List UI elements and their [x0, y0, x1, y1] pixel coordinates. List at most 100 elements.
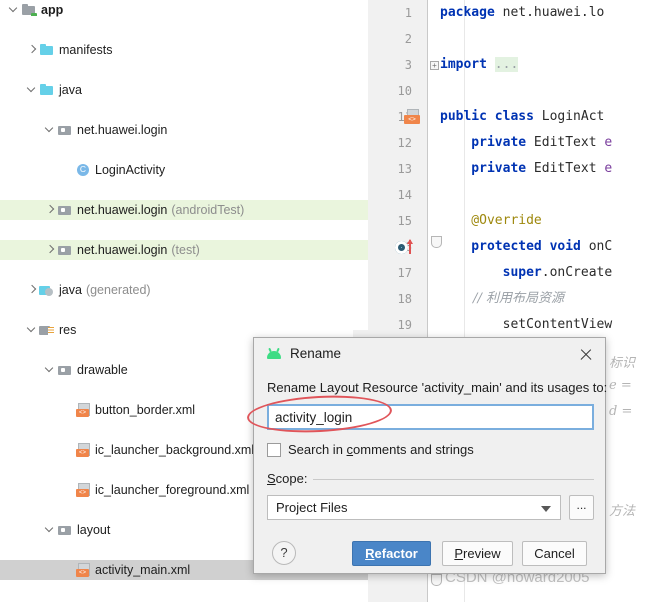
rename-input[interactable] — [267, 404, 594, 430]
tree-item-app[interactable]: app — [0, 0, 368, 20]
tree-item-suffix: (test) — [171, 243, 200, 257]
tree-item-net-huawei-login[interactable]: net.huawei.login (test) — [0, 240, 368, 260]
chevron-down-icon[interactable] — [8, 0, 21, 20]
code-token: LoginAct — [541, 109, 605, 124]
code-token: setContentView — [440, 317, 613, 332]
folder-cyan-icon — [39, 82, 55, 98]
tree-item-java[interactable]: java — [0, 80, 368, 100]
line-number: 13 — [397, 162, 412, 176]
code-token: public class — [440, 109, 542, 124]
tree-item-label: layout — [77, 523, 111, 537]
chevron-down-icon[interactable] — [26, 320, 39, 340]
fold-collapse-icon-bottom[interactable] — [431, 574, 442, 586]
scope-select[interactable]: Project Files — [267, 495, 561, 520]
override-method-marker-icon[interactable] — [395, 239, 415, 256]
rename-dialog[interactable]: Rename Rename Layout Resource 'activity_… — [253, 337, 607, 574]
chevron-down-icon[interactable] — [44, 520, 57, 540]
package-icon — [57, 522, 73, 538]
code-line[interactable]: public class LoginAct — [440, 104, 604, 130]
code-token: // 利用布局资源 — [440, 291, 564, 306]
chevron-right-icon[interactable] — [26, 280, 39, 300]
chevron-right-icon[interactable] — [44, 200, 57, 220]
code-fragment: 标识 — [609, 356, 636, 371]
tree-item-label: java — [59, 83, 82, 97]
cancel-button[interactable]: Cancel — [522, 541, 587, 566]
code-token: private — [440, 161, 534, 176]
preview-button[interactable]: Preview — [442, 541, 513, 566]
chevron-down-icon[interactable] — [26, 80, 39, 100]
package-icon — [57, 202, 73, 218]
line-number: 14 — [397, 188, 412, 202]
fold-collapse-icon[interactable] — [431, 236, 442, 248]
tree-item-loginactivity[interactable]: LoginActivity — [0, 160, 368, 180]
chevron-down-icon[interactable] — [44, 360, 57, 380]
xml-file-icon — [75, 562, 91, 578]
line-number: 17 — [397, 266, 412, 280]
line-number: 18 — [397, 292, 412, 306]
tree-item-label: button_border.xml — [95, 403, 196, 417]
xml-file-icon — [75, 442, 91, 458]
code-token: protected void — [440, 239, 589, 254]
line-number: 15 — [397, 214, 412, 228]
code-line[interactable]: super.onCreate — [440, 260, 613, 286]
code-fragment: e = — [609, 378, 632, 393]
tree-item-suffix: (androidTest) — [171, 203, 245, 217]
chevron-right-icon[interactable] — [26, 40, 39, 60]
code-token: package — [440, 5, 503, 20]
xml-file-icon — [75, 482, 91, 498]
tree-item-label: drawable — [77, 363, 128, 377]
tree-item-net-huawei-login[interactable]: net.huawei.login — [0, 120, 368, 140]
code-line[interactable]: @Override — [440, 208, 542, 234]
refactor-button[interactable]: Refactor — [352, 541, 431, 566]
xml-file-icon — [75, 402, 91, 418]
code-token: net.huawei.lo — [502, 5, 605, 20]
java-class-icon — [75, 162, 91, 178]
chevron-down-icon[interactable] — [44, 120, 57, 140]
code-line[interactable]: // 利用布局资源 — [440, 286, 564, 312]
chevron-right-icon[interactable] — [44, 240, 57, 260]
line-number: 2 — [404, 32, 412, 46]
code-line[interactable]: private EditText e — [440, 130, 612, 156]
code-token: import — [440, 57, 495, 72]
code-fragment: d = — [609, 404, 633, 419]
code-line[interactable]: setContentView — [440, 312, 613, 338]
scope-label: Scope: — [267, 471, 314, 486]
xml-layout-marker-icon[interactable] — [404, 109, 420, 125]
code-line[interactable]: private EditText e — [440, 156, 612, 182]
code-token: EditText — [533, 161, 605, 176]
code-line[interactable]: protected void onC — [440, 234, 612, 260]
line-number: 3 — [404, 58, 412, 72]
package-icon — [57, 362, 73, 378]
line-number: 10 — [397, 84, 412, 98]
tree-item-label: ic_launcher_foreground.xml — [95, 483, 250, 497]
scope-selected-value: Project Files — [276, 500, 348, 515]
help-button[interactable]: ? — [272, 541, 296, 565]
close-icon[interactable] — [575, 344, 597, 366]
package-icon — [57, 122, 73, 138]
chevron-down-icon[interactable] — [541, 506, 551, 512]
tree-item-java[interactable]: java (generated) — [0, 280, 368, 300]
tree-item-net-huawei-login[interactable]: net.huawei.login (androidTest) — [0, 200, 368, 220]
code-token: e — [604, 135, 613, 150]
code-token: @Override — [440, 213, 542, 228]
scope-browse-button[interactable]: ... — [569, 495, 594, 520]
fold-expand-icon[interactable]: + — [430, 61, 439, 70]
tree-item-label: java — [59, 283, 82, 297]
android-robot-icon — [266, 347, 282, 359]
folder-cyan-icon — [39, 42, 55, 58]
tree-item-label: ic_launcher_background.xml — [95, 443, 255, 457]
code-line[interactable]: import ... — [440, 52, 519, 78]
folder-generated-icon — [39, 282, 55, 298]
search-comments-checkbox-row[interactable]: Search in comments and strings — [267, 442, 474, 457]
code-token: onC — [588, 239, 613, 254]
tree-item-manifests[interactable]: manifests — [0, 40, 368, 60]
tree-item-label: LoginActivity — [95, 163, 166, 177]
code-line[interactable]: package net.huawei.lo — [440, 0, 604, 26]
search-comments-checkbox[interactable] — [267, 442, 281, 457]
module-icon — [21, 2, 37, 18]
code-token: ... — [494, 57, 519, 72]
